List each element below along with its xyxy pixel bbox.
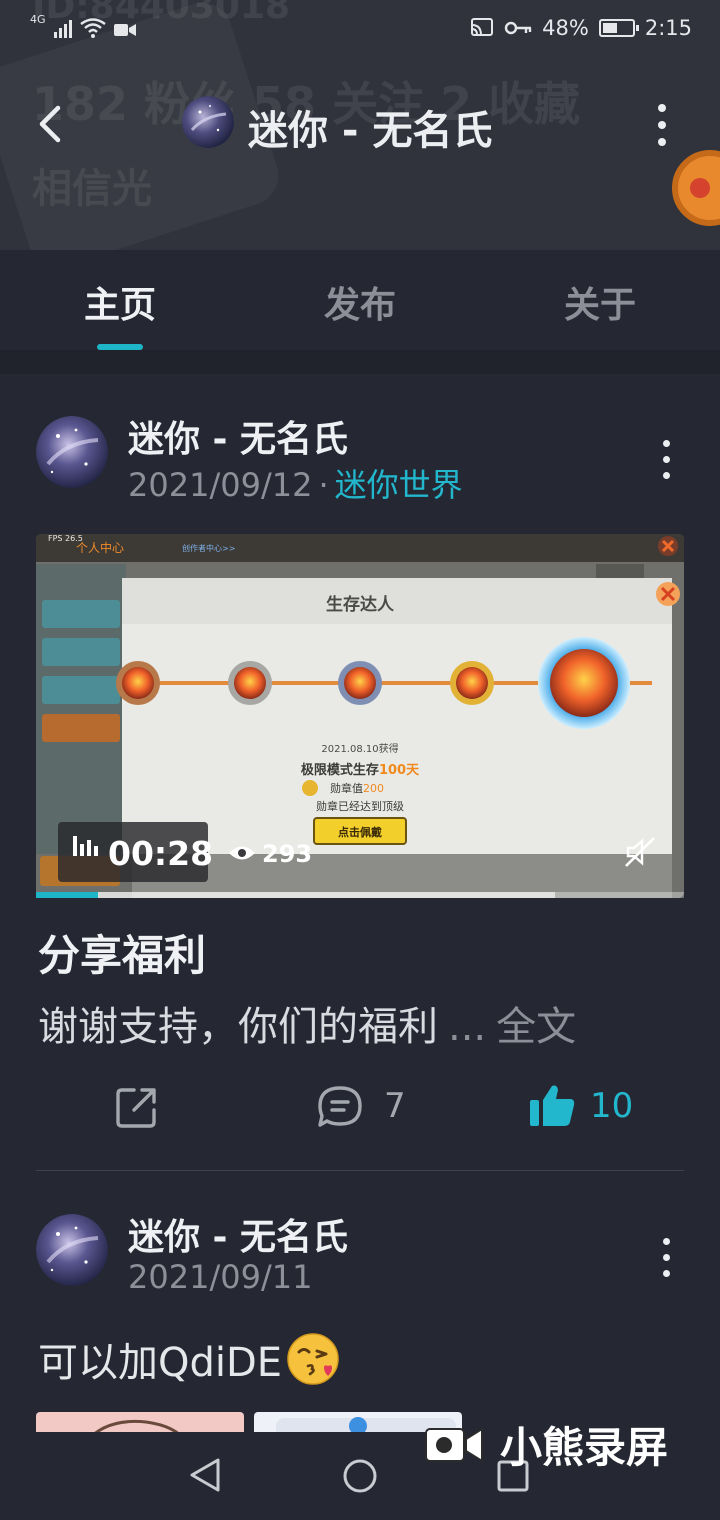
status-bar: 4G 48% 2:15 <box>0 0 720 60</box>
menu-title: 个人中心 <box>76 540 124 555</box>
post-more-button[interactable] <box>663 440 670 479</box>
comment-count: 7 <box>384 1086 406 1126</box>
medal-status: 勋章已经达到顶级 <box>316 799 404 813</box>
share-button[interactable] <box>114 1084 160 1134</box>
post-date: 2021/09/12 <box>128 466 313 504</box>
stats-bars-icon <box>73 836 98 856</box>
status-right-icons: 48% 2:15 <box>470 16 692 40</box>
dialog-title: 生存达人 <box>326 594 395 615</box>
header-avatar <box>182 96 234 148</box>
post-header: 迷你 - 无名氏 2021/09/12 · 迷你世界 <box>36 416 684 504</box>
battery-icon <box>598 19 639 37</box>
screen-recorder-watermark: 小熊录屏 <box>424 1414 668 1475</box>
thumbs-up-icon <box>530 1085 575 1126</box>
status-time: 2:15 <box>644 16 692 40</box>
creator-link: 创作者中心>> <box>182 543 235 553</box>
app-bar: 迷你 - 无名氏 <box>0 84 720 164</box>
battery-percent: 48% <box>542 16 589 40</box>
post-actions: 7 10 <box>0 1080 720 1136</box>
profile-signature-watermark: 相信光 <box>32 166 152 212</box>
read-more-link[interactable]: 全文 <box>496 1004 576 1050</box>
chevron-left-icon <box>39 105 61 143</box>
tab-about[interactable]: 关于 <box>480 276 720 328</box>
more-vertical-icon <box>663 440 670 479</box>
video-duration: 00:28 <box>108 834 214 873</box>
post-header: 迷你 - 无名氏 2021/09/11 <box>36 1214 684 1296</box>
more-vertical-icon <box>663 1238 670 1277</box>
eye-icon <box>229 846 255 860</box>
section-divider <box>0 350 720 374</box>
excerpt-ellipsis: ... <box>448 1004 487 1050</box>
video-views: 293 <box>262 840 313 868</box>
post-date: 2021/09/11 <box>128 1258 313 1296</box>
wifi-icon <box>79 18 106 38</box>
video-camera-icon <box>425 1426 483 1463</box>
more-vertical-icon <box>650 104 674 146</box>
tab-bar: 主页 发布 关于 <box>0 250 720 350</box>
profile-header: ID:84403018 182 粉丝 58 关注 2 收藏 相信光 4G 48%… <box>0 0 720 250</box>
channel-link[interactable]: 迷你世界 <box>335 466 463 504</box>
video-progress-bar[interactable] <box>36 892 684 898</box>
post-body-text: 可以加QdiDE <box>38 1340 283 1386</box>
more-options-button[interactable] <box>650 104 674 146</box>
volume-muted-icon[interactable] <box>624 836 656 868</box>
back-button[interactable] <box>30 102 70 146</box>
author-avatar[interactable] <box>36 416 108 488</box>
page-title: 迷你 - 无名氏 <box>248 108 493 154</box>
post-divider <box>36 1170 684 1171</box>
post-meta: 2021/09/12 · 迷你世界 <box>128 460 463 506</box>
post-title[interactable]: 分享福利 <box>38 922 206 983</box>
post-body[interactable]: 可以加QdiDE <box>38 1330 340 1388</box>
video-progress-fill <box>36 892 98 898</box>
medal-value: 勋章值200 <box>330 781 384 795</box>
tab-home[interactable]: 主页 <box>0 276 240 328</box>
cast-icon <box>471 18 494 36</box>
post-meta: 2021/09/11 <box>128 1258 312 1296</box>
tab-posts[interactable]: 发布 <box>240 276 480 328</box>
share-icon <box>116 1088 156 1128</box>
status-left-icons: 4G <box>30 13 136 38</box>
post-more-button[interactable] <box>663 1238 670 1277</box>
network-type-label: 4G <box>30 13 46 26</box>
post-excerpt[interactable]: 谢谢支持，你们的福利... 全文 <box>38 994 576 1052</box>
like-button[interactable] <box>528 1082 578 1134</box>
excerpt-text: 谢谢支持，你们的福利 <box>38 1004 438 1050</box>
like-count: 10 <box>590 1086 634 1126</box>
nav-back-icon[interactable] <box>188 1456 222 1494</box>
key-icon <box>504 21 532 35</box>
recorder-watermark-text: 小熊录屏 <box>500 1423 669 1472</box>
comment-icon <box>318 1086 362 1127</box>
nav-home-icon[interactable] <box>342 1458 378 1494</box>
meta-separator: · <box>318 466 329 504</box>
comment-button[interactable] <box>316 1084 364 1134</box>
achievement-date: 2021.08.10获得 <box>321 743 398 755</box>
author-name[interactable]: 迷你 - 无名氏 <box>128 410 348 462</box>
wear-button: 点击佩戴 <box>338 825 382 839</box>
achievement-text: 极限模式生存100天 <box>301 762 420 778</box>
kissing-face-emoji-icon <box>287 1333 339 1385</box>
author-avatar[interactable] <box>36 1214 108 1286</box>
video-camera-status-icon <box>113 24 136 36</box>
video-buffer-bar <box>98 892 555 898</box>
signal-icon <box>53 18 72 38</box>
author-name[interactable]: 迷你 - 无名氏 <box>128 1208 348 1260</box>
